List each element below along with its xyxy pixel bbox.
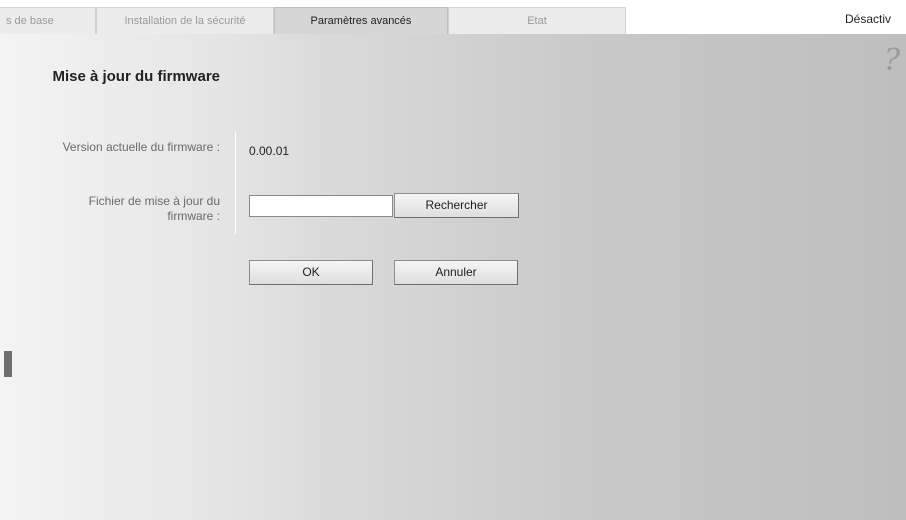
label-divider: [235, 132, 236, 234]
browse-button[interactable]: Rechercher: [394, 193, 519, 218]
current-version-label: Version actuelle du firmware :: [62, 140, 220, 154]
current-version-value: 0.00.01: [249, 144, 290, 158]
cancel-button[interactable]: Annuler: [394, 260, 518, 285]
tab-basic-settings[interactable]: s de base: [0, 7, 96, 34]
tab-advanced-settings[interactable]: Paramètres avancés: [274, 7, 448, 34]
firmware-file-input[interactable]: [249, 195, 393, 217]
firmware-file-label: Fichier de mise à jour du firmware :: [88, 194, 220, 223]
logout-link[interactable]: Désactiv: [845, 12, 891, 26]
question-mark-icon[interactable]: ?: [884, 46, 900, 76]
left-edge-handle: [4, 351, 12, 377]
ok-button[interactable]: OK: [249, 260, 373, 285]
page-title: Mise à jour du firmware: [52, 68, 220, 85]
main-panel: ? Mise à jour du firmware Version actuel…: [0, 34, 906, 520]
tab-bar: s de base Installation de la sécurité Pa…: [0, 0, 906, 34]
tab-security-setup[interactable]: Installation de la sécurité: [96, 7, 274, 34]
tab-status[interactable]: Etat: [448, 7, 626, 34]
